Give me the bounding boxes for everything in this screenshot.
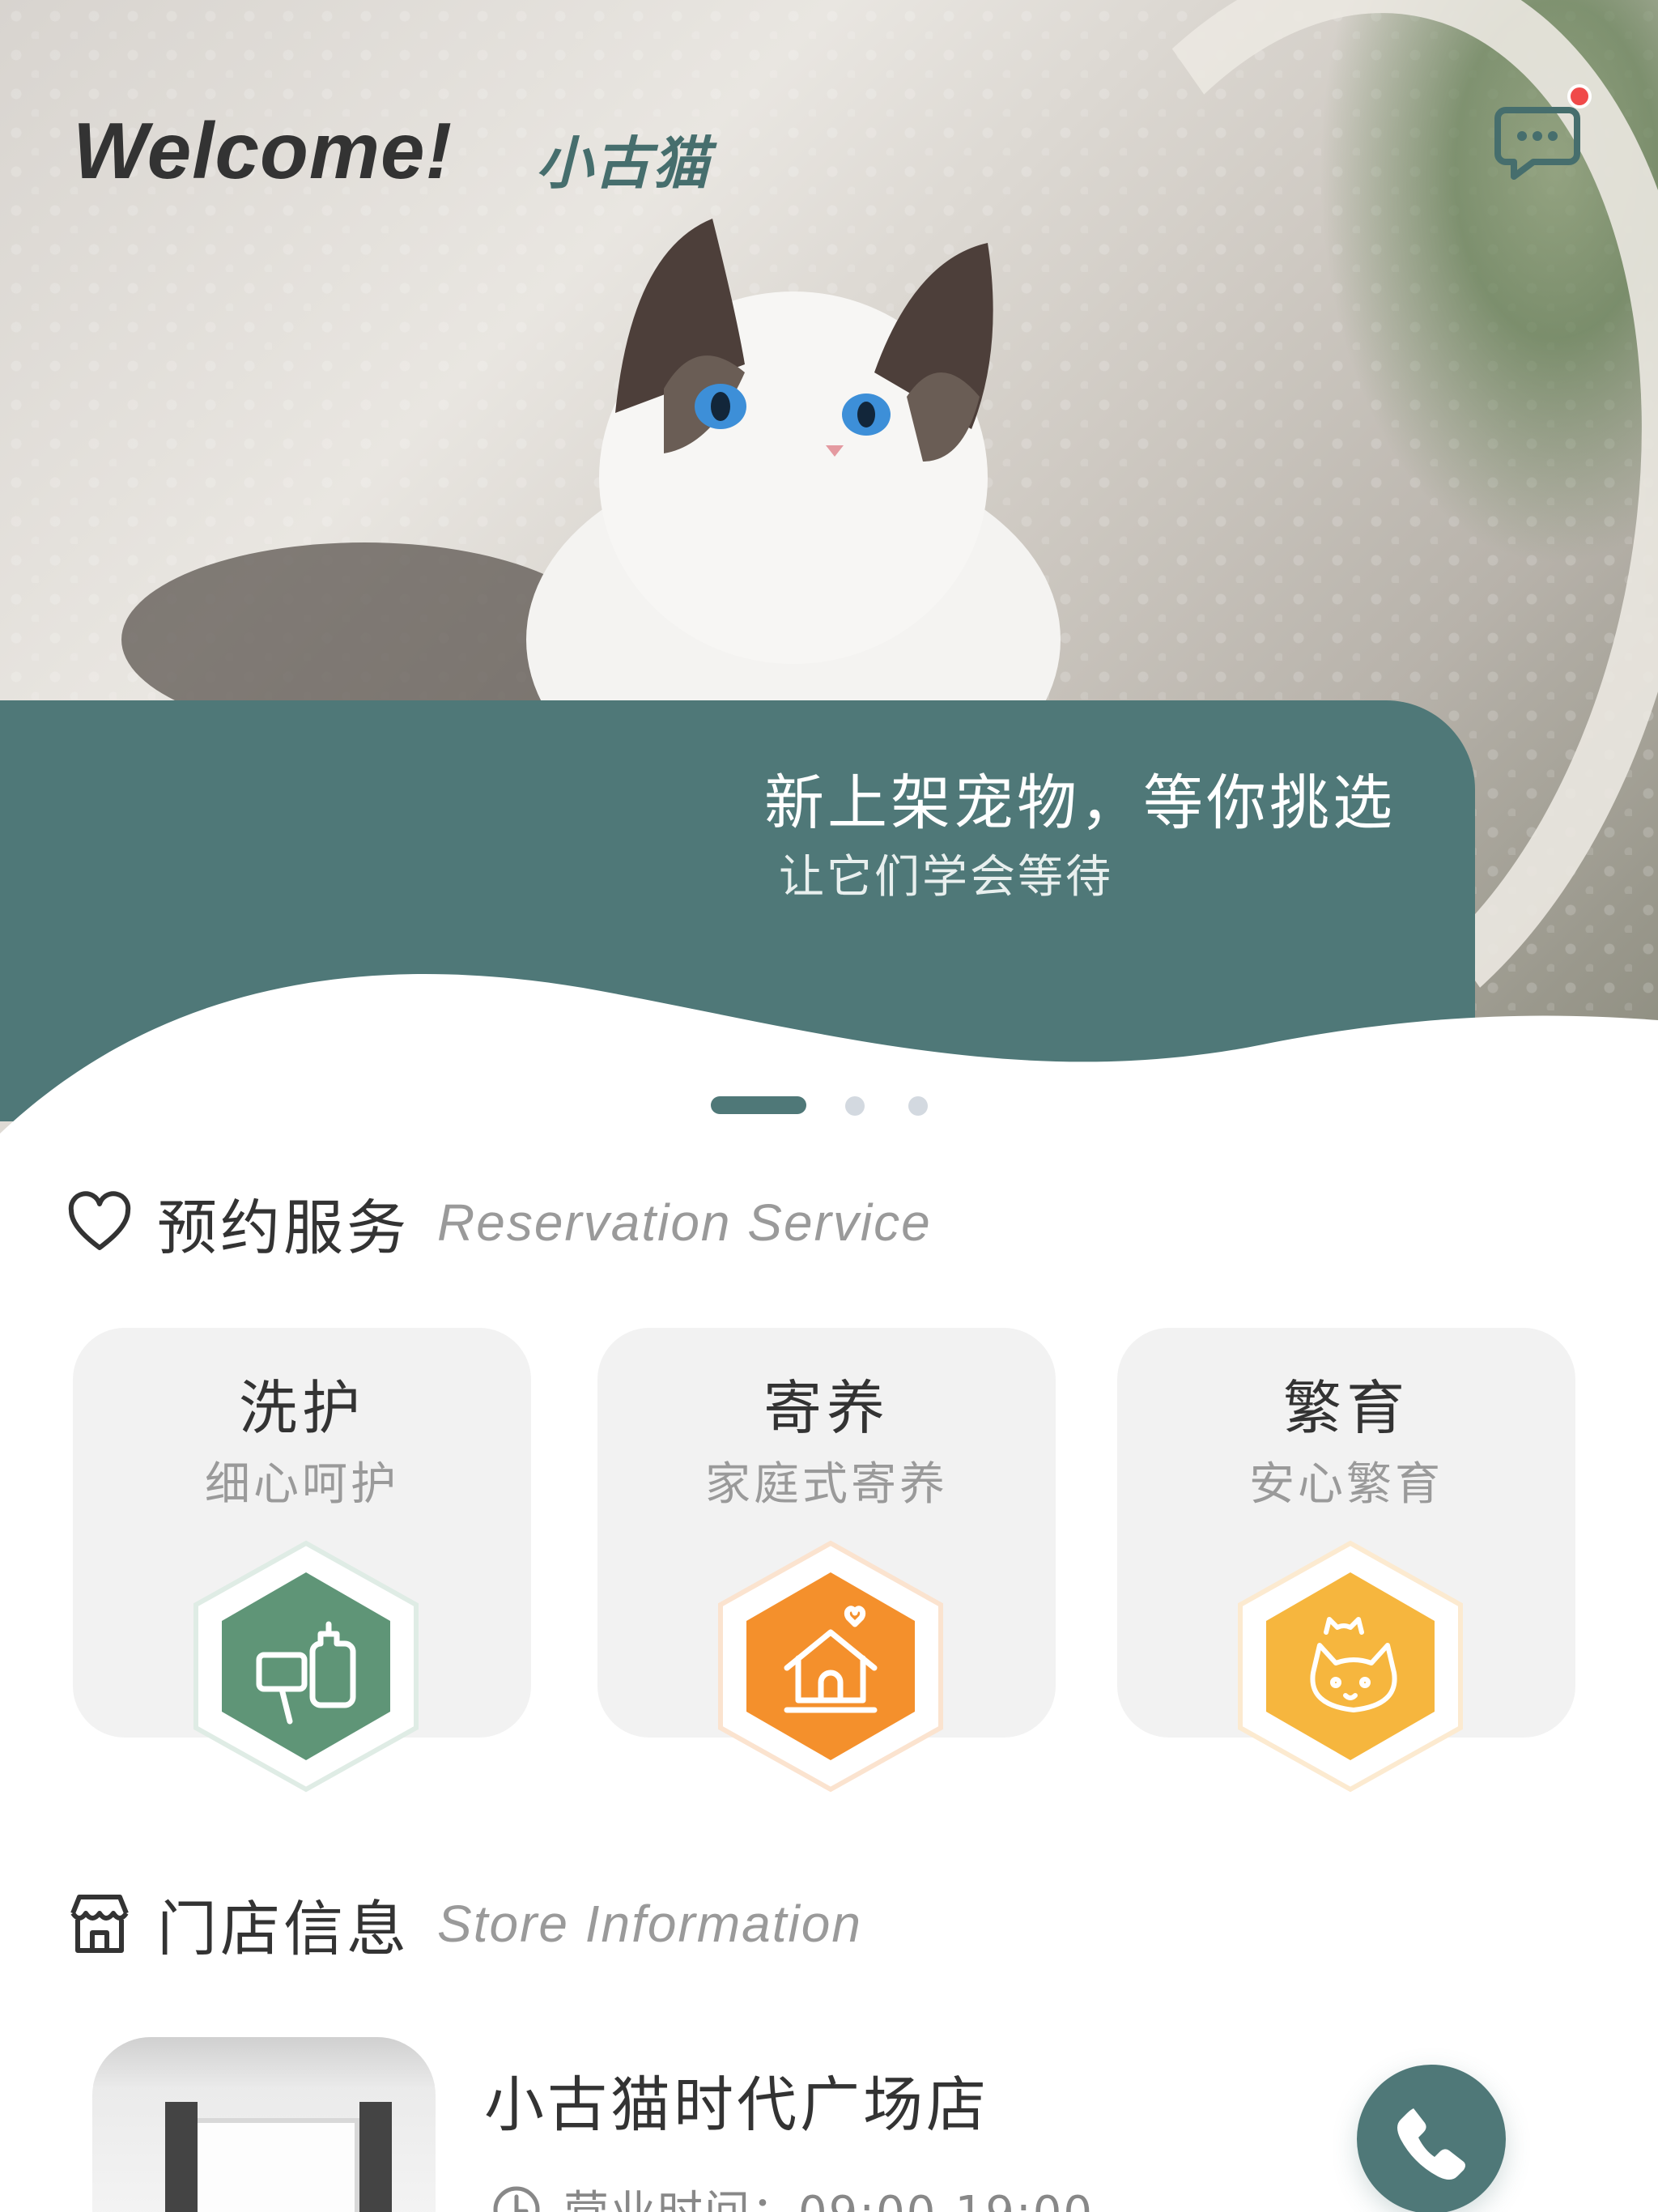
service-subtitle: 安心繁育 [1249,1458,1443,1511]
wave-divider [0,974,1658,1134]
service-subtitle: 细心呵护 [205,1458,399,1511]
section-title: 门店信息 [157,1894,410,1964]
grooming-icon[interactable] [185,1537,427,1796]
store-name[interactable]: 小古猫时代广场店 [484,2057,989,2143]
section-title: 预约服务 [157,1193,410,1263]
heart-icon [68,1191,131,1250]
banner-title: 新上架宠物，等你挑选 [764,768,1396,838]
cat-image [121,219,1061,753]
pet-house-icon[interactable] [709,1537,952,1796]
section-subtitle: Reservation Service [437,1193,932,1252]
clock-icon [493,2186,540,2212]
call-button[interactable] [1357,2065,1506,2212]
phone-icon [1397,2108,1465,2180]
message-icon[interactable] [1494,99,1580,185]
service-title: 繁育 [1282,1374,1409,1442]
hero-banner[interactable]: Welcome! 小古猫 新上架宠物，等你挑选 让它们学会等待 [0,0,1658,1134]
welcome-text: Welcome! [73,106,453,195]
message-badge [1567,84,1592,108]
store-section-header: 门店信息 Store Information [65,1883,862,1964]
service-subtitle: 家庭式寄养 [705,1458,948,1511]
cats-icon[interactable] [1229,1537,1472,1796]
section-subtitle: Store Information [437,1895,862,1953]
carousel-dot[interactable] [845,1096,865,1116]
store-icon [70,1895,129,1953]
store-photo[interactable] [92,2037,436,2212]
service-title: 洗护 [238,1374,365,1442]
service-title: 寄养 [763,1374,890,1442]
banner-subtitle: 让它们学会等待 [779,851,1113,904]
carousel-dot[interactable] [908,1096,928,1116]
store-hours: 营业时间：09:00-19:00 [491,2176,1094,2212]
store-hours-text: 营业时间：09:00-19:00 [563,2176,1094,2212]
carousel-dot-active[interactable] [711,1096,806,1114]
reservation-section-header: 预约服务 Reservation Service [65,1182,932,1263]
brand-logo: 小古猫 [536,130,711,197]
